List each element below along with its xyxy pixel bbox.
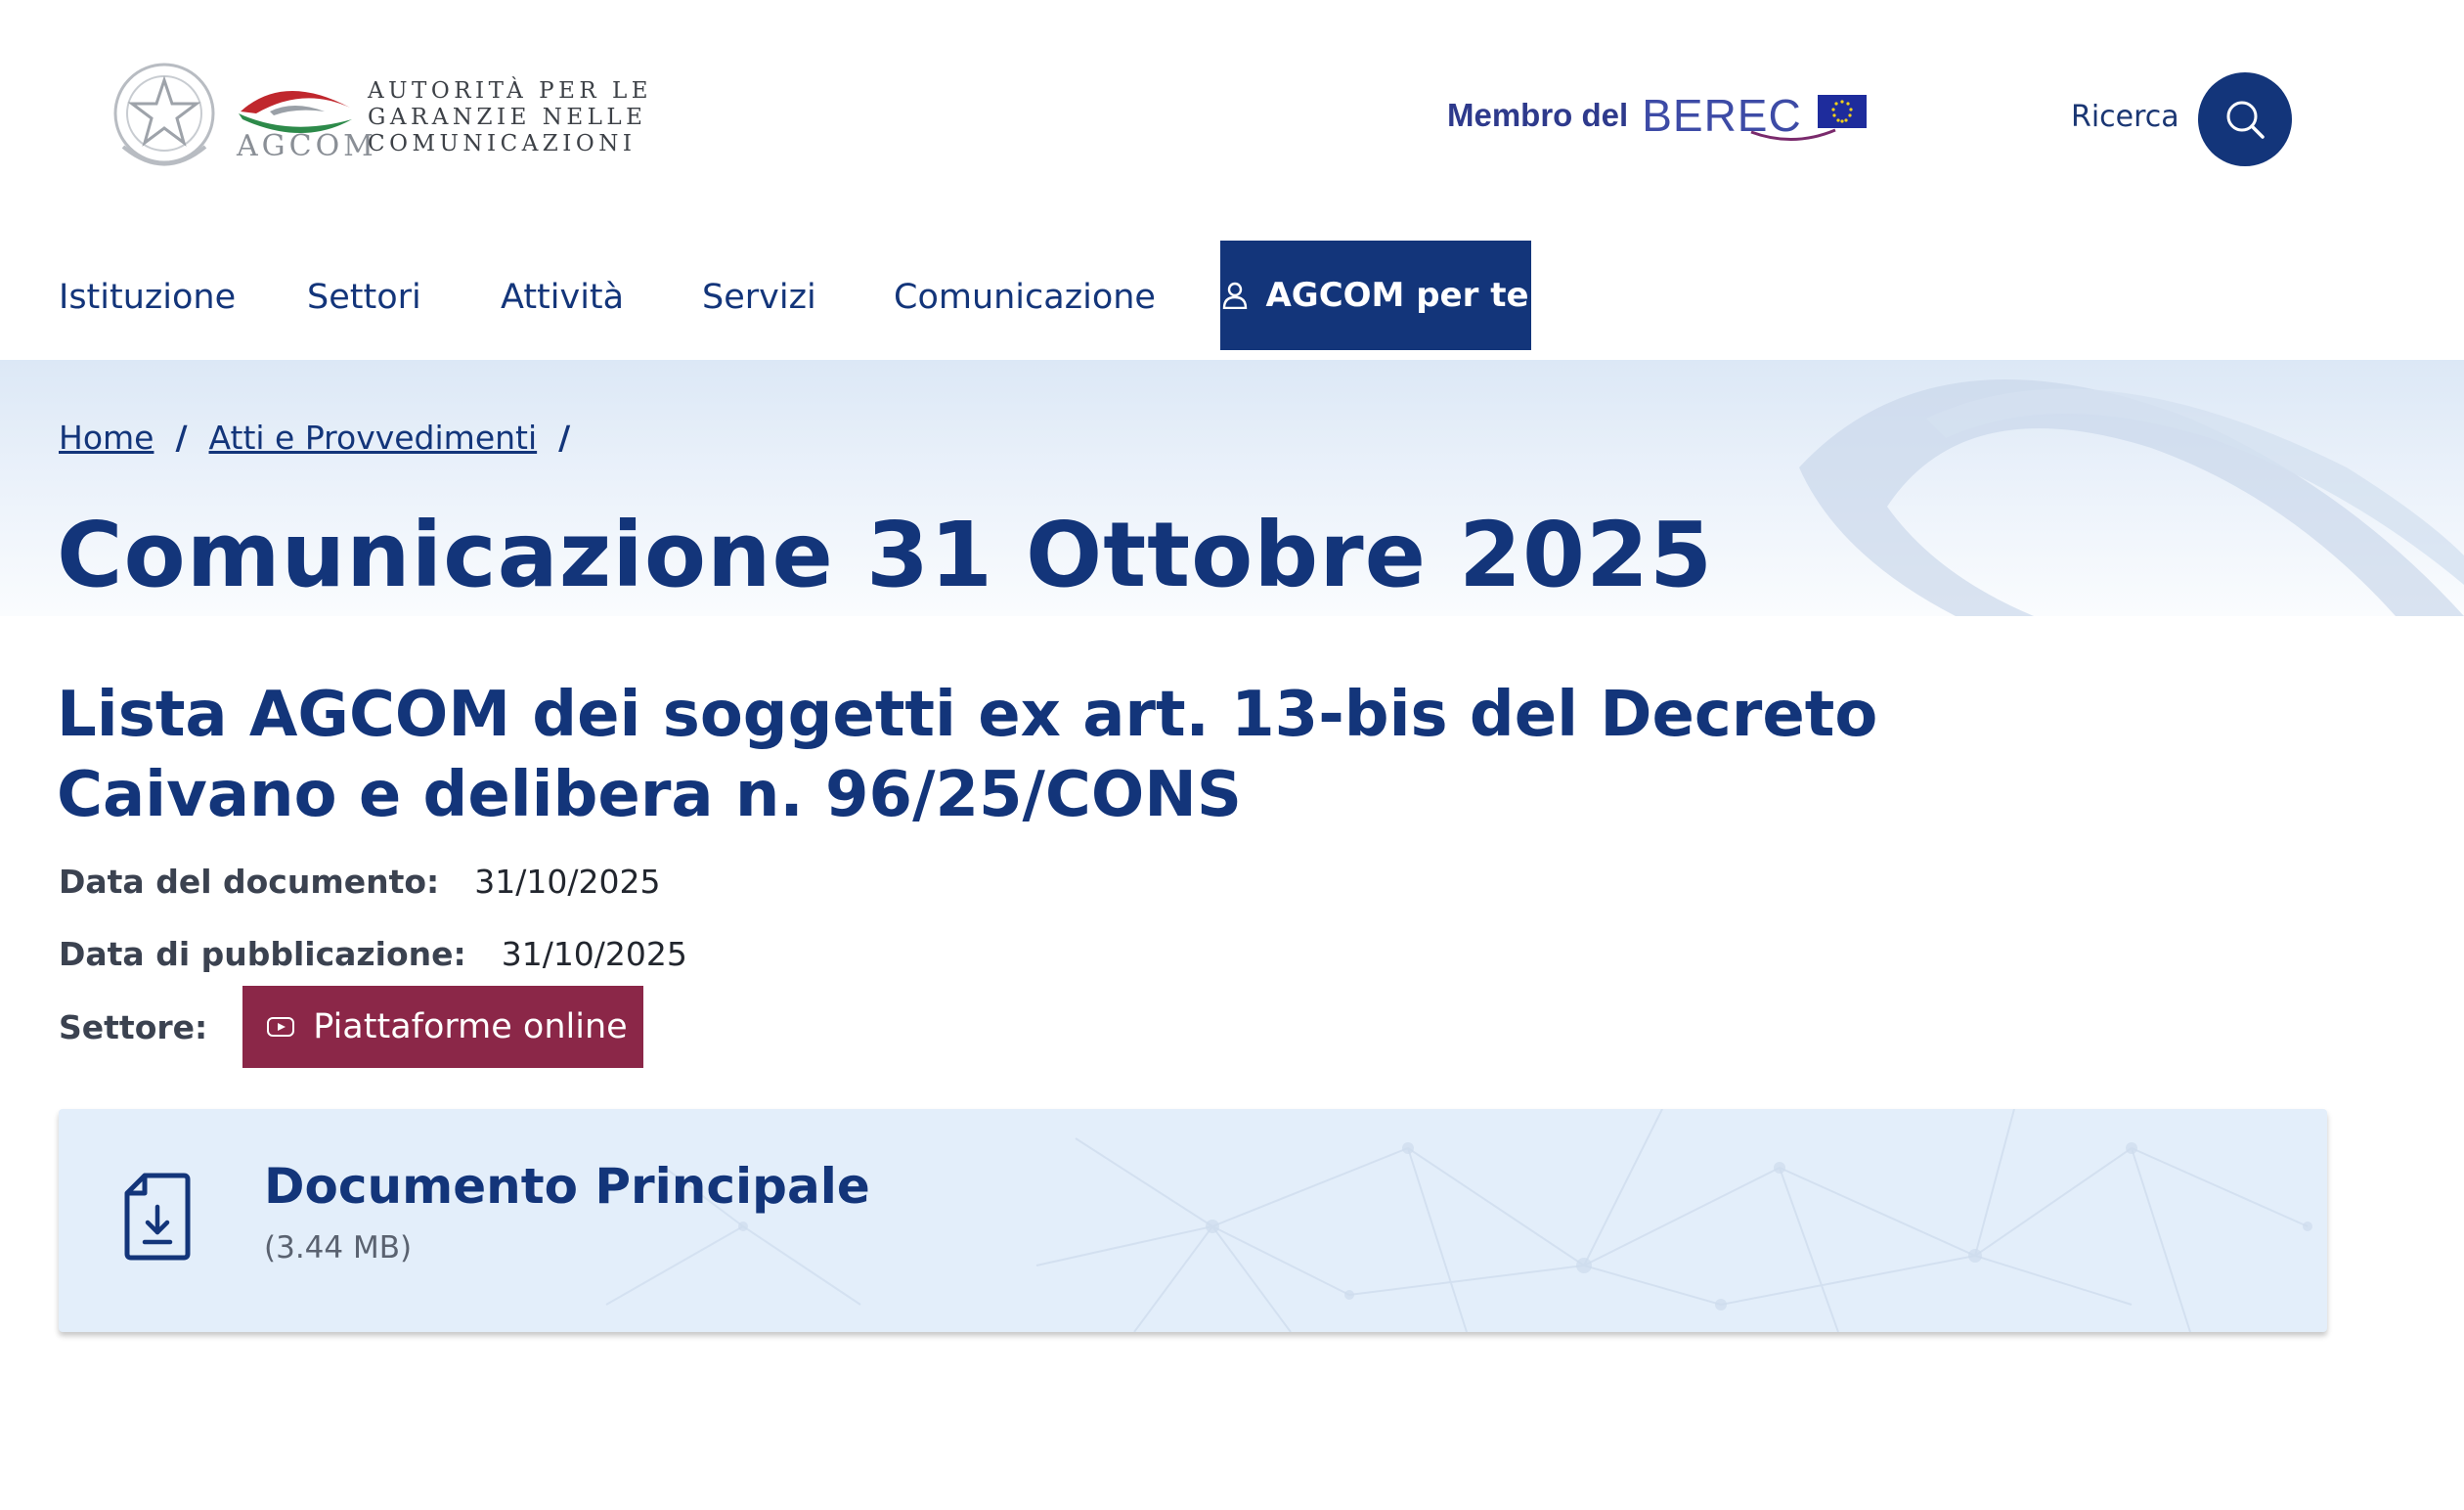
agcom-name-line-2: GARANZIE NELLE: [368, 105, 647, 130]
agcom-per-te-button[interactable]: AGCOM per te: [1220, 241, 1531, 350]
search-icon: [2226, 101, 2265, 139]
main-document-card[interactable]: Documento Principale (3.44 MB): [59, 1109, 2327, 1332]
berec-swoosh-icon: [1750, 128, 1836, 141]
breadcrumb-home[interactable]: Home: [59, 419, 154, 457]
italian-republic-emblem: [113, 63, 215, 166]
document-date-row: Data del documento: 31/10/2025: [59, 863, 660, 901]
berec-logo: BEREC: [1642, 89, 1836, 142]
document-date-label: Data del documento:: [59, 863, 440, 901]
hero-decoration: [1799, 379, 2464, 616]
breadcrumb-separator: /: [558, 419, 571, 457]
network-pattern-decoration: [605, 1109, 2312, 1332]
berec-prefix: Membro del: [1447, 97, 1629, 133]
publication-date-row: Data di pubblicazione: 31/10/2025: [59, 935, 687, 973]
nav-item-istituzione[interactable]: Istituzione: [59, 278, 236, 317]
agcom-name-line-1: AUTORITÀ PER LE: [368, 78, 653, 104]
publication-date-value: 31/10/2025: [501, 935, 687, 973]
agcom-logo-word: AGCOM: [237, 129, 377, 163]
nav-item-attivita[interactable]: Attività: [501, 278, 624, 317]
play-icon: [267, 1017, 295, 1037]
page-hero: Home / Atti e Provvedimenti / Comunicazi…: [0, 360, 2464, 616]
file-download-icon: [124, 1173, 191, 1261]
sector-row: Settore: Piattaforme online: [59, 986, 643, 1068]
sector-badge-piattaforme-online[interactable]: Piattaforme online: [242, 986, 643, 1068]
page-title: Comunicazione 31 Ottobre 2025: [57, 503, 1714, 607]
agcom-name-line-3: COMUNICAZIONI: [368, 131, 637, 156]
sector-label: Settore:: [59, 1007, 208, 1046]
nav-item-comunicazione[interactable]: Comunicazione: [894, 278, 1156, 317]
user-icon: [1223, 282, 1248, 309]
nav-item-servizi[interactable]: Servizi: [702, 278, 816, 317]
search-label[interactable]: Ricerca: [2071, 100, 2179, 134]
document-title: Documento Principale: [264, 1158, 870, 1215]
sector-badge-label: Piattaforme online: [313, 1007, 628, 1046]
breadcrumb-atti-provvedimenti[interactable]: Atti e Provvedimenti: [209, 419, 538, 457]
eu-flag-icon: [1817, 95, 1867, 128]
main-navigation: Istituzione Settori Attività Servizi Com…: [0, 241, 2464, 360]
search-button[interactable]: [2198, 72, 2292, 166]
page-subtitle: Lista AGCOM dei soggetti ex art. 13-bis …: [57, 679, 1878, 831]
agcom-per-te-label: AGCOM per te: [1265, 276, 1529, 315]
site-header: AGCOM AUTORITÀ PER LE GARANZIE NELLE COM…: [0, 0, 2464, 235]
document-size: (3.44 MB): [264, 1230, 413, 1266]
berec-member-link[interactable]: Membro del BEREC: [1447, 84, 1867, 147]
nav-item-settori[interactable]: Settori: [307, 278, 421, 317]
breadcrumb: Home / Atti e Provvedimenti /: [59, 419, 592, 457]
breadcrumb-separator: /: [175, 419, 188, 457]
agcom-full-name: AUTORITÀ PER LE GARANZIE NELLE COMUNICAZ…: [368, 78, 652, 157]
publication-date-label: Data di pubblicazione:: [59, 935, 466, 973]
document-date-value: 31/10/2025: [474, 863, 661, 901]
